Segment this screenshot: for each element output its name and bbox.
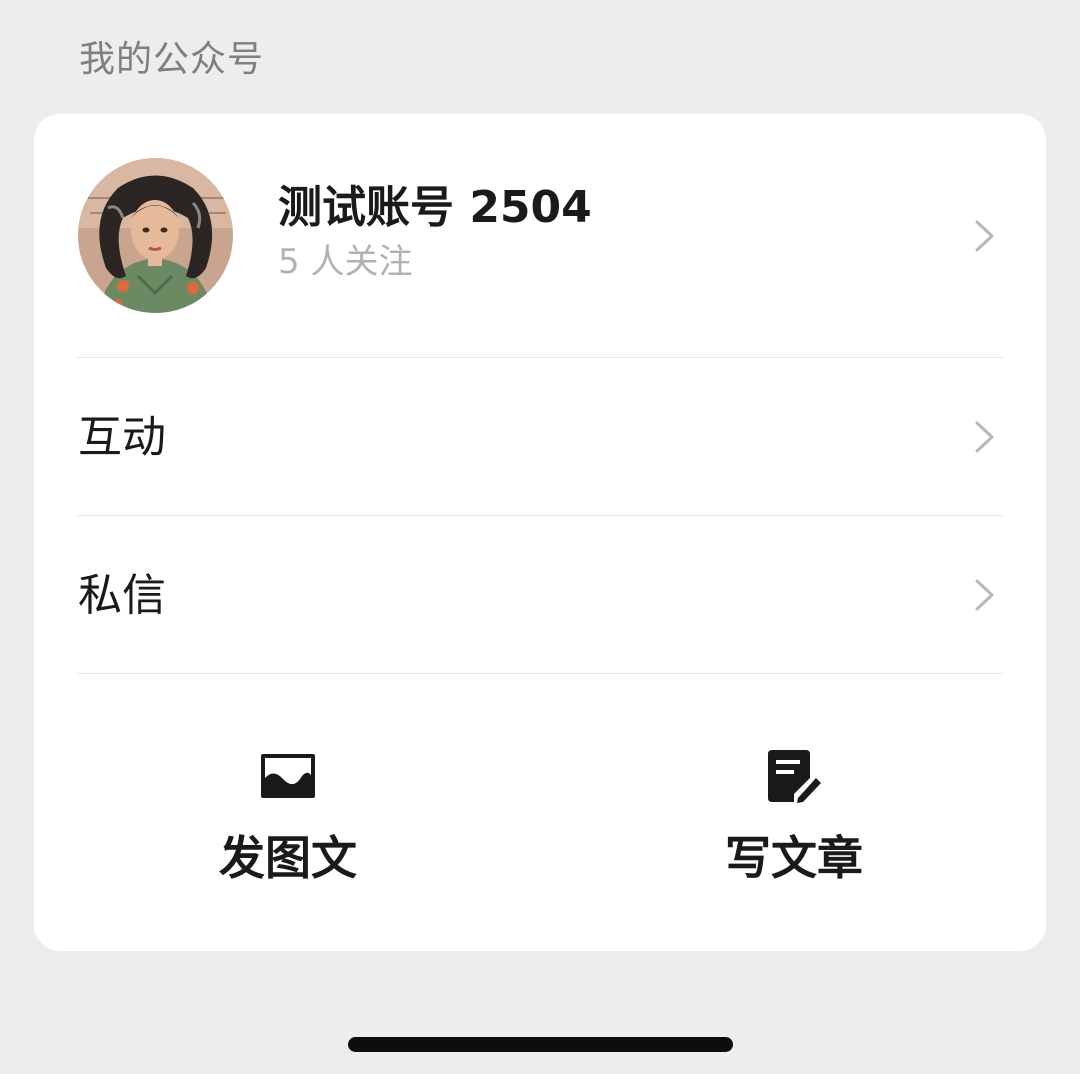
menu-item-label: 互动 (78, 412, 166, 463)
write-article-button[interactable]: 写文章 (694, 730, 894, 890)
section-header: 我的公众号 (79, 39, 265, 80)
menu-item-label: 私信 (78, 570, 166, 621)
official-account-card: 测试账号 2504 5 人关注 互动 私信 发图文 写文章 (34, 114, 1046, 951)
follower-count: 5 人关注 (278, 242, 413, 282)
home-indicator[interactable] (348, 1037, 733, 1052)
image-icon (261, 754, 315, 798)
post-image-text-button[interactable]: 发图文 (188, 730, 388, 890)
account-row[interactable]: 测试账号 2504 5 人关注 (34, 114, 1046, 358)
chevron-right-icon (975, 421, 994, 453)
edit-document-icon (768, 750, 821, 803)
chevron-right-icon (975, 579, 994, 611)
account-name: 测试账号 2504 (278, 182, 592, 233)
chevron-right-icon (975, 220, 994, 252)
post-image-text-label: 发图文 (219, 831, 357, 885)
menu-item-messages[interactable]: 私信 (34, 516, 1046, 673)
avatar (78, 158, 233, 313)
menu-item-interaction[interactable]: 互动 (34, 358, 1046, 515)
divider (77, 673, 1003, 674)
write-article-label: 写文章 (725, 831, 863, 885)
